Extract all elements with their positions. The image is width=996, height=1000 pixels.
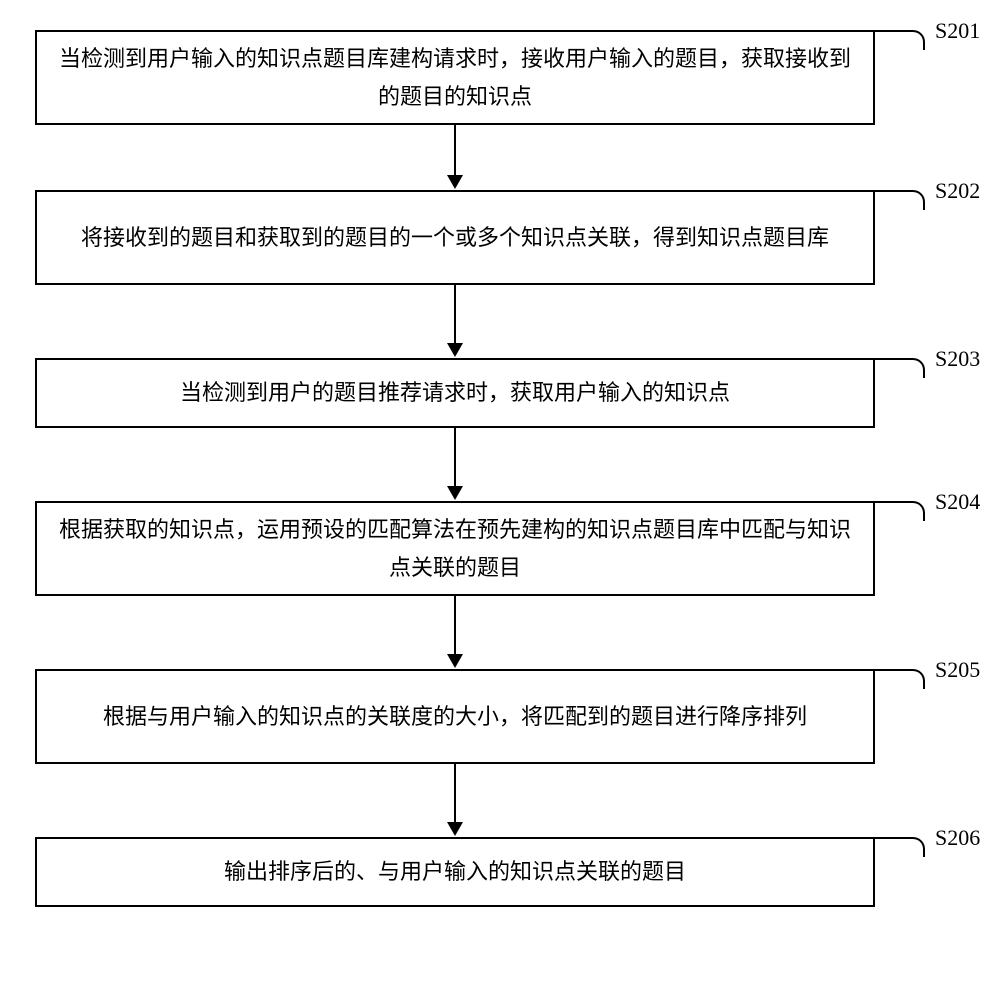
step-label: S204 [935,489,980,515]
step-box: 根据获取的知识点，运用预设的匹配算法在预先建构的知识点题目库中匹配与知识点关联的… [35,501,875,596]
label-connector [875,669,925,689]
flow-arrow [454,428,456,486]
flow-arrow [454,596,456,654]
flow-arrow [454,285,456,343]
flowchart-container: 当检测到用户输入的知识点题目库建构请求时，接收用户输入的题目，获取接收到的题目的… [0,0,996,1000]
step-box: 当检测到用户的题目推荐请求时，获取用户输入的知识点 [35,358,875,428]
step-label: S201 [935,18,980,44]
flow-arrow [454,125,456,175]
arrowhead-icon [447,343,463,357]
step-box: 根据与用户输入的知识点的关联度的大小，将匹配到的题目进行降序排列 [35,669,875,764]
step-box: 当检测到用户输入的知识点题目库建构请求时，接收用户输入的题目，获取接收到的题目的… [35,30,875,125]
label-connector [875,30,925,50]
step-label: S205 [935,657,980,683]
step-text: 将接收到的题目和获取到的题目的一个或多个知识点关联，得到知识点题目库 [81,219,829,256]
step-text: 根据与用户输入的知识点的关联度的大小，将匹配到的题目进行降序排列 [103,698,807,735]
step-label: S203 [935,346,980,372]
label-connector [875,358,925,378]
arrowhead-icon [447,486,463,500]
arrowhead-icon [447,654,463,668]
step-box: 输出排序后的、与用户输入的知识点关联的题目 [35,837,875,907]
step-text: 输出排序后的、与用户输入的知识点关联的题目 [224,853,686,890]
label-connector [875,837,925,857]
arrowhead-icon [447,175,463,189]
step-text: 当检测到用户输入的知识点题目库建构请求时，接收用户输入的题目，获取接收到的题目的… [57,40,853,115]
label-connector [875,501,925,521]
step-text: 根据获取的知识点，运用预设的匹配算法在预先建构的知识点题目库中匹配与知识点关联的… [57,511,853,586]
step-label: S202 [935,178,980,204]
step-box: 将接收到的题目和获取到的题目的一个或多个知识点关联，得到知识点题目库 [35,190,875,285]
step-text: 当检测到用户的题目推荐请求时，获取用户输入的知识点 [180,374,730,411]
arrowhead-icon [447,822,463,836]
flow-arrow [454,764,456,822]
step-label: S206 [935,825,980,851]
label-connector [875,190,925,210]
